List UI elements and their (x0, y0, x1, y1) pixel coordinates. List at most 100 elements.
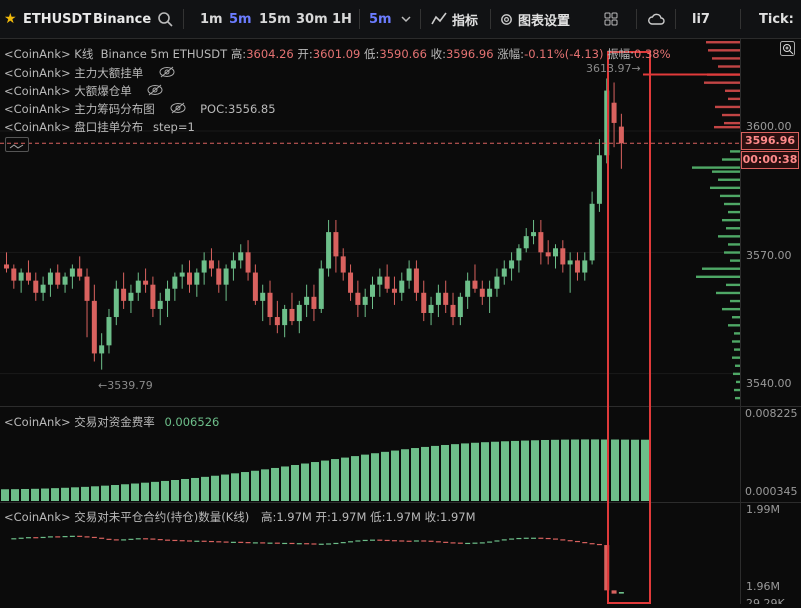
candle-body (135, 280, 141, 293)
funding-bar (591, 439, 599, 501)
oi-candle (62, 536, 68, 538)
eye-off-icon[interactable] (170, 102, 186, 117)
funding-name: 交易对资金费率 (74, 415, 155, 429)
chevron-down-icon[interactable] (401, 0, 411, 38)
collapse-legend-button[interactable] (5, 137, 29, 152)
user-label[interactable]: li7 (692, 0, 710, 38)
indicators-icon[interactable] (431, 0, 447, 38)
depth-bid-bar (720, 194, 740, 198)
funding-bar (531, 440, 539, 501)
candle-body (40, 284, 46, 293)
funding-bar (31, 488, 39, 501)
oi-candle (296, 543, 302, 545)
timeframe-1m[interactable]: 1m (200, 0, 223, 38)
candle-body (370, 284, 375, 297)
legend-high: 3604.26 (246, 47, 294, 61)
chart-area[interactable]: <CoinAnk> K线 Binance 5m ETHUSDT 高:3604.2… (0, 38, 801, 604)
tick-label[interactable]: Tick: (759, 0, 794, 38)
legend-close: 3596.96 (445, 47, 494, 61)
symbol-label[interactable]: ETHUSDT (23, 0, 91, 38)
candle-body (91, 300, 97, 354)
candle-body (399, 280, 405, 293)
oi-candle (216, 541, 222, 543)
exchange-label[interactable]: Binance (93, 0, 151, 38)
cloud-icon[interactable] (648, 0, 665, 38)
timeframe-30m[interactable]: 30m (296, 0, 328, 38)
eye-off-icon[interactable] (147, 84, 163, 99)
search-icon[interactable] (157, 0, 173, 38)
depth-bid-bar (732, 316, 740, 319)
oi-candle (509, 538, 515, 540)
funding-bar (251, 470, 259, 501)
depth-bid-bar (722, 307, 740, 311)
depth-bid-bar (696, 275, 740, 278)
oi-high: 高:1.97M (260, 510, 312, 524)
oi-candle (311, 543, 317, 545)
timeframe-5m[interactable]: 5m (229, 0, 252, 38)
depth-bid-bar (735, 396, 740, 400)
oi-candle (421, 540, 427, 542)
candle-body (333, 232, 339, 257)
indicators-button[interactable]: 指标 (452, 0, 478, 38)
funding-tick-high: 0.008225 (745, 407, 798, 420)
candle-body (150, 284, 156, 309)
zoom-icon[interactable] (780, 41, 795, 60)
oi-candle (47, 536, 53, 538)
oi-candle (121, 539, 127, 541)
funding-bar (441, 444, 449, 501)
ind2-name: 大额爆仓单 (74, 84, 132, 98)
funding-bar (201, 476, 209, 501)
high-marker-value: 3613.97 (586, 62, 632, 75)
candle-body (106, 317, 112, 346)
interval-dropdown[interactable]: 5m (369, 0, 392, 38)
timeframe-15m[interactable]: 15m (259, 0, 291, 38)
candle-body (450, 304, 456, 318)
candle-body (479, 288, 485, 297)
depth-ask-bar (714, 125, 740, 129)
oi-candle (501, 539, 507, 541)
oi-candle (370, 539, 375, 541)
legend-close-label: 收: (430, 47, 446, 61)
oi-candle (91, 536, 97, 539)
candle-body (545, 252, 551, 257)
oi-candle (567, 540, 573, 542)
timeframe-1h[interactable]: 1H (332, 0, 352, 38)
oi-candle (443, 541, 449, 543)
candle-body (69, 268, 75, 277)
candle-body (121, 288, 127, 301)
funding-bar (611, 439, 619, 501)
funding-bar (401, 449, 409, 501)
candle-body (143, 280, 149, 285)
oi-candle (399, 540, 405, 542)
candle-body (238, 252, 244, 261)
oi-candle (201, 540, 207, 542)
candle-body (77, 268, 83, 277)
chart-settings-button[interactable]: 图表设置 (518, 0, 570, 38)
oi-candle (143, 538, 149, 540)
oi-candle (582, 542, 588, 544)
funding-bar (141, 482, 149, 501)
star-icon[interactable]: ★ (4, 0, 17, 38)
candle-body (84, 276, 90, 301)
candle-body (421, 292, 427, 313)
layout-grid-icon[interactable] (604, 0, 618, 38)
funding-bar (301, 463, 309, 501)
eye-off-icon[interactable] (159, 66, 175, 81)
depth-ask-bar (728, 97, 740, 101)
depth-bid-bar (736, 380, 740, 384)
depth-ask-bar (715, 105, 740, 109)
oi-candle (348, 541, 354, 543)
legend-change: -0.11%(-4.13) (524, 47, 604, 61)
depth-bid-bar (728, 210, 740, 214)
funding-bar (541, 439, 549, 501)
depth-bid-bar (732, 340, 740, 343)
oi-candle (55, 536, 61, 538)
funding-bar (481, 442, 489, 501)
oi-name: 交易对未平仓合约(持仓)数量(K线) (74, 510, 250, 524)
oi-candle (531, 537, 537, 539)
candle-body (538, 232, 544, 253)
oi-candle (267, 542, 273, 544)
gear-icon[interactable] (499, 0, 514, 38)
oi-candle (406, 540, 412, 542)
depth-ask-bar (725, 89, 740, 92)
